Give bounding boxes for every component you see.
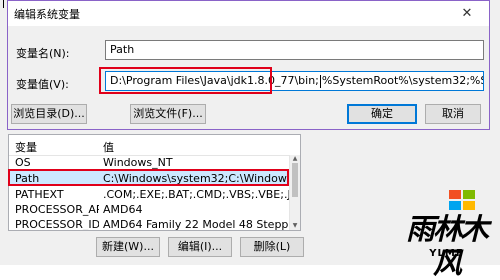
watermark-sub: YLMF — [429, 248, 464, 259]
dialog-title: 编辑系统变量 — [14, 8, 80, 21]
browse-directory-button[interactable]: 浏览目录(D)... — [11, 104, 87, 124]
value-text-before-caret: D:\Program Files\Java\jdk1.8.0_77\bin; — [110, 74, 319, 87]
table-row[interactable]: PROCESSOR_IDE... AMD64 Family 22 Model 4… — [9, 217, 290, 231]
variable-name-field[interactable]: Path — [105, 40, 484, 60]
browse-file-button[interactable]: 浏览文件(F)... — [130, 104, 206, 124]
row-variable: PATHEXT — [15, 188, 64, 201]
table-row[interactable]: PATHEXT .COM;.EXE;.BAT;.CMD;.VBS;.VBE;.J… — [9, 187, 290, 202]
value-text-after-caret: %SystemRoot%\system32;%SystemRoot%;%Syst — [321, 74, 483, 87]
dialog-titlebar[interactable]: 编辑系统变量 ✕ — [8, 1, 489, 26]
edit-system-variable-dialog: 编辑系统变量 ✕ 变量名(N): Path 变量值(V): D:\Program… — [7, 0, 490, 130]
variable-value-label: 变量值(V): — [16, 78, 69, 91]
new-button[interactable]: 新建(W)... — [96, 237, 160, 257]
system-variables-table: 变量 值 OS Windows_NT Path C:\Windows\syste… — [8, 134, 301, 231]
scrollbar-thumb[interactable] — [292, 163, 298, 197]
windows-logo-icon — [449, 190, 477, 212]
table-row[interactable]: OS Windows_NT — [9, 155, 290, 170]
variable-name-label: 变量名(N): — [16, 47, 70, 60]
scroll-up-icon[interactable]: ▲ — [290, 155, 300, 163]
row-variable: PROCESSOR_IDE... — [15, 218, 99, 231]
row-value: AMD64 — [103, 203, 143, 216]
watermark: 雨林木风 YLMF — [393, 186, 500, 280]
row-value: AMD64 Family 22 Model 48 Stepping 1... — [103, 218, 289, 231]
row-value: .COM;.EXE;.BAT;.CMD;.VBS;.VBE;.JS;.JSE;.… — [103, 188, 289, 201]
variable-value-field[interactable]: D:\Program Files\Java\jdk1.8.0_77\bin; %S… — [105, 71, 484, 91]
scroll-down-icon[interactable]: ▼ — [290, 222, 300, 230]
table-row[interactable]: PROCESSOR_AR... AMD64 — [9, 202, 290, 217]
close-icon[interactable]: ✕ — [445, 1, 489, 26]
row-value: C:\Windows\system32;C:\Windows;C:\Wi... — [103, 172, 289, 185]
table-header: 变量 值 — [9, 135, 290, 156]
row-value: Windows_NT — [103, 156, 173, 169]
header-variable[interactable]: 变量 — [15, 139, 37, 155]
row-variable: PROCESSOR_AR... — [15, 203, 99, 216]
row-variable: OS — [15, 156, 31, 169]
edit-button[interactable]: 编辑(I)... — [168, 237, 232, 257]
delete-button[interactable]: 删除(L) — [240, 237, 304, 257]
cancel-button[interactable]: 取消 — [425, 104, 481, 124]
table-row-path-selected[interactable]: Path C:\Windows\system32;C:\Windows;C:\W… — [9, 171, 290, 186]
text-caret — [319, 74, 321, 88]
row-variable: Path — [15, 172, 40, 185]
header-value[interactable]: 值 — [103, 139, 114, 155]
ok-button[interactable]: 确定 — [347, 104, 417, 124]
table-scrollbar[interactable]: ▲ ▼ — [289, 155, 300, 230]
watermark-brand: 雨林木风 — [405, 212, 489, 280]
